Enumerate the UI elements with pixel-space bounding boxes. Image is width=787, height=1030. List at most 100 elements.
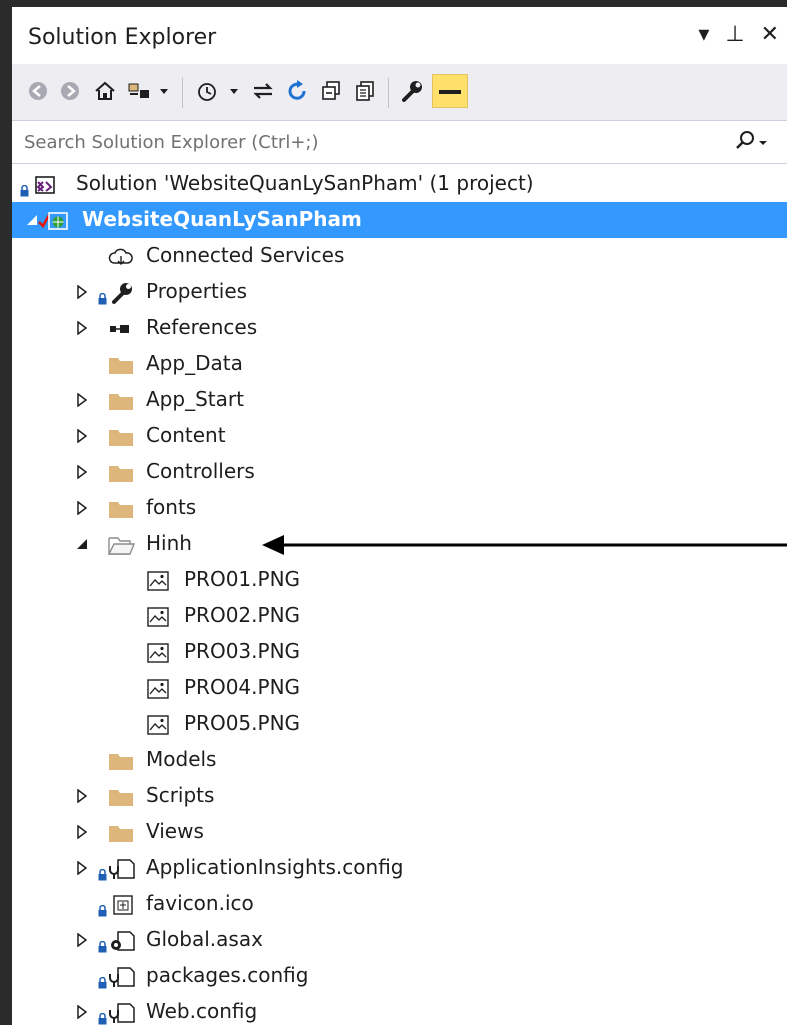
search-bar (12, 121, 787, 164)
folder-icon (106, 497, 136, 521)
tree-item-references[interactable]: References (12, 310, 787, 346)
tree-item-label: Properties (146, 279, 248, 303)
lock-icon (98, 1006, 107, 1025)
close-icon[interactable]: ✕ (761, 21, 779, 49)
toolbar-separator (388, 78, 389, 108)
tree-item-label: App_Start (146, 387, 244, 411)
config-icon (108, 1001, 138, 1025)
tree-item-pro04-png[interactable]: PRO04.PNG (12, 670, 787, 706)
tree-item-label: Global.asax (146, 927, 263, 951)
tree-item-controllers[interactable]: Controllers (12, 454, 787, 490)
tree-item-label: Content (146, 423, 226, 447)
tree-item-label: Hinh (146, 531, 192, 555)
image-icon (144, 677, 174, 701)
tree-item-label: PRO05.PNG (184, 711, 301, 735)
lock-icon (98, 898, 107, 917)
collapsed-arrow-icon[interactable] (74, 284, 90, 300)
show-all-files-icon[interactable] (350, 74, 380, 108)
tree-item-views[interactable]: Views (12, 814, 787, 850)
tree-item-content[interactable]: Content (12, 418, 787, 454)
tree-item-label: Web.config (146, 999, 258, 1023)
image-icon (144, 641, 174, 665)
collapsed-arrow-icon[interactable] (74, 1004, 90, 1020)
annotation-arrow (262, 535, 787, 555)
home-icon[interactable] (90, 74, 120, 108)
folder-icon (106, 749, 136, 773)
toolbar (12, 64, 787, 121)
collapsed-arrow-icon[interactable] (74, 320, 90, 336)
tree-item-label: PRO02.PNG (184, 603, 301, 627)
panel-title: Solution Explorer (28, 25, 217, 50)
tree-item-label: App_Data (146, 351, 243, 375)
folder-icon (106, 785, 136, 809)
search-input[interactable] (24, 121, 714, 163)
tree-item-connected-services[interactable]: Connected Services (12, 238, 787, 274)
forward-icon[interactable] (56, 74, 84, 108)
solution-icon (26, 173, 56, 197)
collapsed-arrow-icon[interactable] (74, 500, 90, 516)
folder-icon (106, 821, 136, 845)
pin-icon[interactable]: ⊥ (725, 21, 744, 49)
tree-item-label: fonts (146, 495, 197, 519)
sync-icon[interactable] (248, 74, 278, 108)
tree-item-global-asax[interactable]: Global.asax (12, 922, 787, 958)
properties-icon[interactable] (396, 74, 428, 108)
wrench-icon (108, 281, 138, 305)
tree-item-label: PRO04.PNG (184, 675, 301, 699)
toolbar-separator (182, 78, 183, 108)
folder-icon (106, 353, 136, 377)
tree-item-label: favicon.ico (146, 891, 254, 915)
pending-changes-icon[interactable] (192, 74, 244, 108)
folder-icon (106, 461, 136, 485)
tree-item-label: Connected Services (146, 243, 345, 267)
tree-item-pro01-png[interactable]: PRO01.PNG (12, 562, 787, 598)
tree-item-applicationinsights-config[interactable]: ApplicationInsights.config (12, 850, 787, 886)
project-icon (38, 209, 68, 233)
image-icon (144, 713, 174, 737)
tree-item-label: References (146, 315, 258, 339)
tree-item-pro03-png[interactable]: PRO03.PNG (12, 634, 787, 670)
collapsed-arrow-icon[interactable] (74, 428, 90, 444)
tree-item-fonts[interactable]: fonts (12, 490, 787, 526)
tree-item-project[interactable]: WebsiteQuanLySanPham (12, 202, 787, 238)
switch-views-icon[interactable] (124, 74, 174, 108)
collapsed-arrow-icon[interactable] (74, 932, 90, 948)
lock-icon (98, 286, 107, 305)
cloud-icon (106, 245, 136, 269)
collapsed-arrow-icon[interactable] (74, 824, 90, 840)
tree-item-pro02-png[interactable]: PRO02.PNG (12, 598, 787, 634)
tree-item-properties[interactable]: Properties (12, 274, 787, 310)
tree-item-label: Solution 'WebsiteQuanLySanPham' (1 proje… (76, 171, 534, 195)
tree-item-label: Views (146, 819, 204, 843)
folder-open-icon (106, 533, 136, 557)
lock-icon (98, 934, 107, 953)
image-icon (144, 605, 174, 629)
collapsed-arrow-icon[interactable] (74, 788, 90, 804)
preview-selected-icon[interactable] (432, 74, 468, 108)
refresh-icon[interactable] (282, 74, 312, 108)
folder-icon (106, 425, 136, 449)
tree-item-app-start[interactable]: App_Start (12, 382, 787, 418)
folder-icon (106, 389, 136, 413)
search-icon[interactable] (733, 129, 769, 158)
expanded-arrow-icon[interactable] (74, 536, 90, 552)
tree-item-scripts[interactable]: Scripts (12, 778, 787, 814)
title-bar: Solution Explorer ▾ ⊥ ✕ (12, 7, 787, 65)
tree-item-label: WebsiteQuanLySanPham (82, 207, 362, 231)
tree-item-models[interactable]: Models (12, 742, 787, 778)
tree-item-favicon-ico[interactable]: favicon.ico (12, 886, 787, 922)
tree-item-label: Controllers (146, 459, 255, 483)
dropdown-icon[interactable]: ▾ (698, 21, 709, 49)
back-icon[interactable] (24, 74, 52, 108)
lock-icon (98, 970, 107, 989)
collapsed-arrow-icon[interactable] (74, 392, 90, 408)
collapse-all-icon[interactable] (316, 74, 346, 108)
tree-item-app-data[interactable]: App_Data (12, 346, 787, 382)
tree-item-packages-config[interactable]: packages.config (12, 958, 787, 994)
ico-file-icon (108, 893, 138, 917)
collapsed-arrow-icon[interactable] (74, 860, 90, 876)
tree-item-pro05-png[interactable]: PRO05.PNG (12, 706, 787, 742)
tree-item-solution[interactable]: Solution 'WebsiteQuanLySanPham' (1 proje… (12, 166, 787, 202)
tree-item-label: PRO03.PNG (184, 639, 301, 663)
collapsed-arrow-icon[interactable] (74, 464, 90, 480)
